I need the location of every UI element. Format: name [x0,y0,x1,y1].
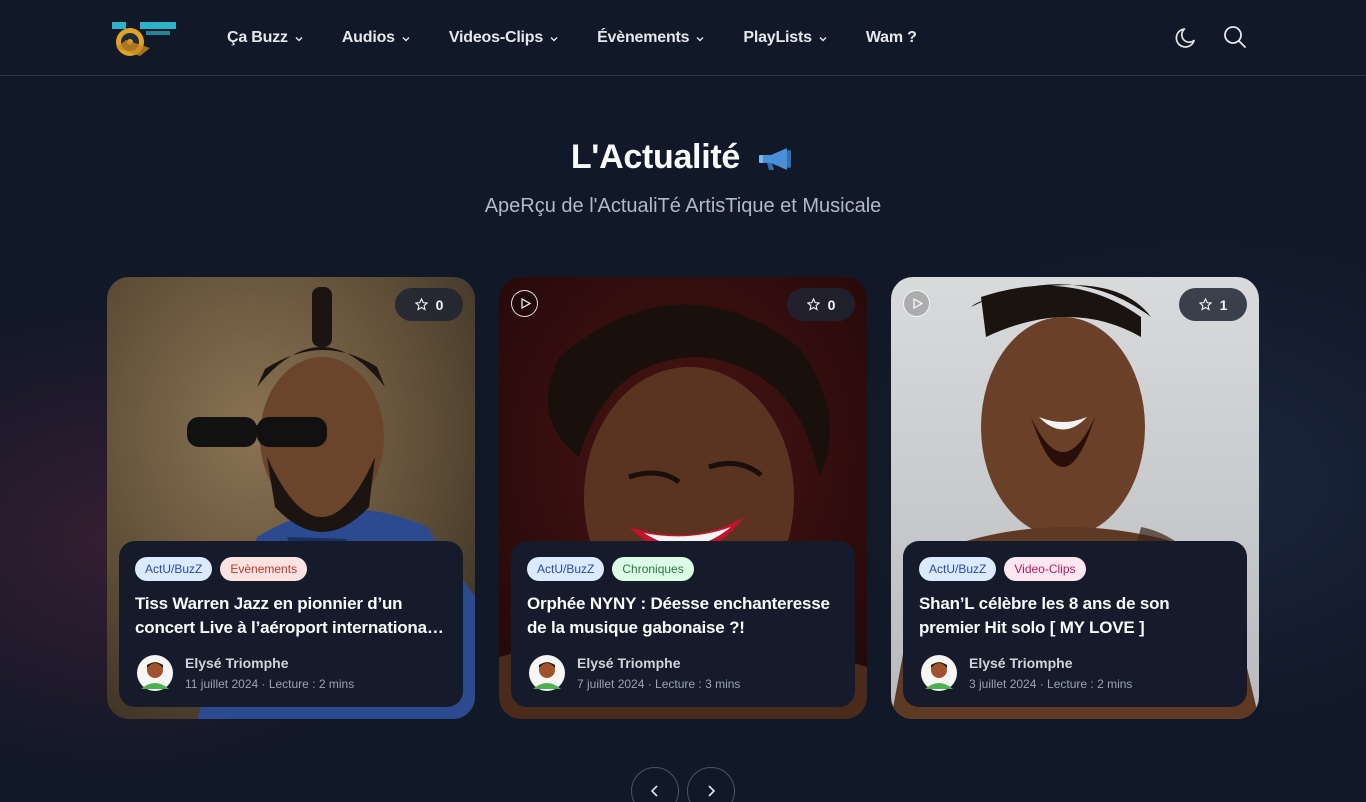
star-icon [414,298,428,311]
star-count-badge[interactable]: 0 [787,288,855,321]
carousel-next-button[interactable] [687,767,735,802]
play-icon[interactable] [511,290,538,317]
author-block: Elysé Triomphe 11 juillet 2024 · Lecture… [135,655,447,691]
chevron-left-icon [650,785,658,797]
news-card[interactable]: 0 ActU/BuzZ Evènements Tiss Warren Jazz … [107,277,475,719]
star-count: 1 [1219,296,1228,313]
tag[interactable]: Evènements [220,557,308,581]
tag[interactable]: Chroniques [612,557,694,581]
site-logo[interactable] [110,18,182,58]
star-count: 0 [827,296,836,313]
news-card[interactable]: 0 ActU/BuzZ Chroniques Orphée NYNY : Dée… [499,277,867,719]
nav-evenements[interactable]: Évènements [597,29,705,47]
chevron-down-icon [696,37,704,42]
nav-label: Videos-Clips [448,29,544,46]
nav-ca-buzz[interactable]: Ça Buzz [227,29,304,47]
section-title: L'Actualité [0,138,1366,177]
card-title[interactable]: Tiss Warren Jazz en pionnier d’un concer… [135,592,447,640]
carousel-controls [631,767,735,802]
nav-label: Audios [341,29,395,46]
tag[interactable]: ActU/BuzZ [527,557,605,581]
nav-audios[interactable]: Audios [342,29,411,47]
card-info-panel: ActU/BuzZ Evènements Tiss Warren Jazz en… [119,541,463,707]
megaphone-icon [759,148,792,171]
news-carousel: 0 ActU/BuzZ Evènements Tiss Warren Jazz … [107,277,1259,719]
carousel-prev-button[interactable] [631,767,679,802]
author-block: Elysé Triomphe 7 juillet 2024 · Lecture … [527,655,839,691]
post-meta: 7 juillet 2024 · Lecture : 3 mins [577,677,741,691]
section-title-text: L'Actualité [570,138,740,176]
site-header: Ça Buzz Audios Videos-Clips Évènements P… [0,0,1366,76]
news-card[interactable]: 1 ActU/BuzZ Video-Clips Shan’L célèbre l… [891,277,1259,719]
chevron-down-icon [550,37,558,42]
star-count-badge[interactable]: 1 [1179,288,1247,321]
card-info-panel: ActU/BuzZ Video-Clips Shan’L célèbre les… [903,541,1247,707]
tag-list: ActU/BuzZ Evènements [135,557,447,581]
chevron-down-icon [819,37,827,42]
author-name[interactable]: Elysé Triomphe [185,655,354,671]
author-block: Elysé Triomphe 3 juillet 2024 · Lecture … [919,655,1231,691]
chevron-down-icon [295,37,303,42]
post-meta: 11 juillet 2024 · Lecture : 2 mins [185,677,355,691]
nav-videos-clips[interactable]: Videos-Clips [449,29,559,47]
avatar[interactable] [529,655,565,691]
moon-icon[interactable] [1174,24,1200,50]
card-info-panel: ActU/BuzZ Chroniques Orphée NYNY : Déess… [511,541,855,707]
play-triangle-icon [913,298,923,309]
search-icon[interactable] [1222,24,1248,50]
play-icon[interactable] [903,290,930,317]
nav-wam[interactable]: Wam ? [866,29,917,47]
avatar[interactable] [137,655,173,691]
tag-list: ActU/BuzZ Chroniques [527,557,839,581]
card-title[interactable]: Shan’L célèbre les 8 ans de son premier … [919,592,1231,640]
section-subtitle: ApeRçu de l'ActualiTé ArtisTique et Musi… [484,195,882,217]
nav-label: PlayLists [743,29,812,46]
card-title[interactable]: Orphée NYNY : Déesse enchanteresse de la… [527,592,839,640]
nav-label: Wam ? [865,29,917,46]
chevron-right-icon [708,785,716,797]
nav-playlists[interactable]: PlayLists [743,29,827,47]
tag[interactable]: Video-Clips [1004,557,1086,581]
tag-list: ActU/BuzZ Video-Clips [919,557,1231,581]
star-icon [1198,298,1212,311]
nav-label: Ça Buzz [227,29,288,46]
header-actions [1174,24,1248,50]
nav-label: Évènements [597,29,690,46]
star-count: 0 [435,296,444,313]
author-name[interactable]: Elysé Triomphe [969,655,1132,671]
avatar[interactable] [921,655,957,691]
tag[interactable]: ActU/BuzZ [919,557,997,581]
play-triangle-icon [521,298,531,309]
star-count-badge[interactable]: 0 [395,288,463,321]
post-meta: 3 juillet 2024 · Lecture : 2 mins [969,677,1133,691]
star-icon [806,298,820,311]
main-nav: Ça Buzz Audios Videos-Clips Évènements P… [227,0,955,76]
chevron-down-icon [402,37,410,42]
author-name[interactable]: Elysé Triomphe [577,655,740,671]
tag[interactable]: ActU/BuzZ [135,557,213,581]
